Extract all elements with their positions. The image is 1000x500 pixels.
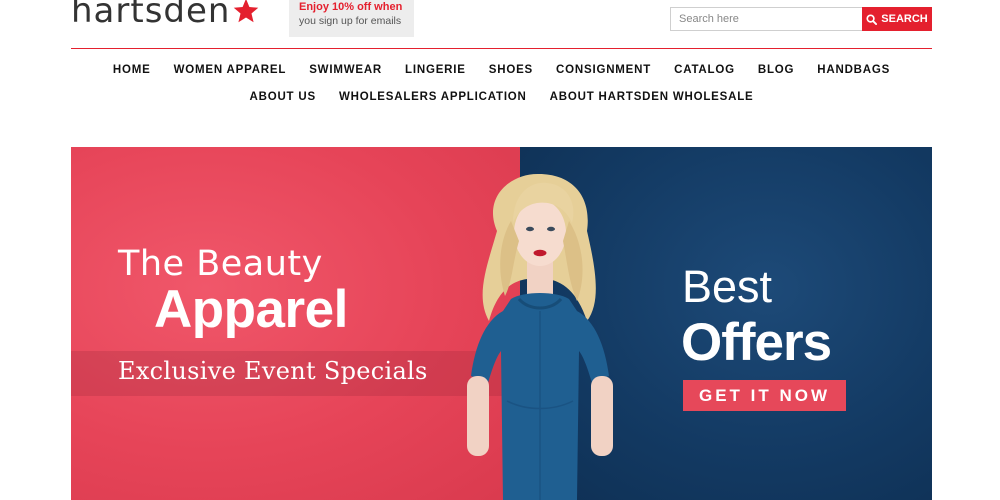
main-nav-row-1: HOME WOMEN APPAREL SWIMWEAR LINGERIE SHO… [71,63,932,77]
search-input[interactable] [670,7,862,31]
nav-home[interactable]: HOME [113,63,151,77]
email-signup-promo[interactable]: Enjoy 10% off when you sign up for email… [289,0,414,37]
nav-consignment[interactable]: CONSIGNMENT [556,63,651,77]
star-icon [234,0,259,23]
brand-logo[interactable]: hartsden [71,0,260,32]
hero-banner[interactable]: The Beauty Apparel Exclusive Event Speci… [71,147,932,500]
model-image [467,173,613,500]
search-button[interactable]: SEARCH [862,7,932,31]
nav-handbags[interactable]: HANDBAGS [817,63,890,77]
nav-women-apparel[interactable]: WOMEN APPAREL [174,63,287,77]
nav-shoes[interactable]: SHOES [489,63,533,77]
promo-headline: Enjoy 10% off when [299,1,403,13]
logo-text: hartsden [71,0,231,31]
main-nav-row-2: ABOUT US WHOLESALERS APPLICATION ABOUT H… [71,90,932,104]
nav-wholesalers-application[interactable]: WHOLESALERS APPLICATION [339,90,527,104]
search-button-label: SEARCH [881,13,928,25]
offer-headline-light: Best [682,261,773,312]
nav-blog[interactable]: BLOG [758,63,794,77]
nav-about-us[interactable]: ABOUT US [249,90,315,104]
nav-swimwear[interactable]: SWIMWEAR [309,63,382,77]
search-icon [866,13,878,25]
search-bar: SEARCH [670,7,932,31]
hero-headline-light: The Beauty [118,244,323,284]
header-divider [71,48,932,49]
promo-subtext: you sign up for emails [299,15,402,27]
hero-headline-bold: Apparel [154,280,348,339]
nav-lingerie[interactable]: LINGERIE [405,63,466,77]
nav-about-hartsden-wholesale[interactable]: ABOUT HARTSDEN WHOLESALE [550,90,754,104]
get-it-now-button[interactable]: GET IT NOW [683,380,846,411]
hero-subheadline: Exclusive Event Specials [118,357,428,385]
nav-catalog[interactable]: CATALOG [674,63,735,77]
offer-headline-bold: Offers [681,313,832,372]
